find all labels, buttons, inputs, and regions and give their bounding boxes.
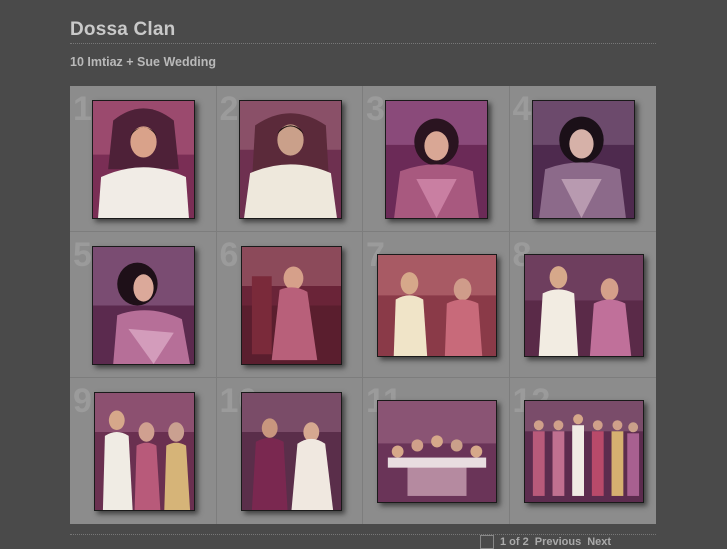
thumbnail-image[interactable] [92,100,195,219]
thumbnail-image[interactable] [240,246,342,365]
thumbnail-cell[interactable]: 2 [216,86,363,232]
thumbnail-image[interactable] [523,254,644,357]
thumbnail-cell[interactable]: 7 [363,232,510,378]
thumbnail-image[interactable] [385,100,488,219]
thumbnail-cell[interactable]: 6 [216,232,363,378]
thumbnail-number: 1 [73,90,92,128]
thumbnail-cell[interactable]: 11 [363,378,510,524]
thumbnail-cell[interactable]: 4 [509,86,656,232]
thumbnail-image[interactable] [94,392,195,511]
thumbnail-number: 2 [219,90,239,128]
thumbnail-cell[interactable]: 3 [363,86,510,232]
thumbnail-cell[interactable]: 8 [509,232,656,378]
thumbnail-number: 5 [73,236,92,274]
thumbnail-image[interactable] [523,400,644,503]
thumbnail-image[interactable] [377,400,497,503]
next-link[interactable]: Next [587,536,611,548]
thumbnail-cell[interactable]: 9 [70,378,217,524]
thumbnail-grid: 1 2 3 4 5 6 7 8 9 10 [70,86,656,524]
thumbnail-number: 4 [512,90,532,128]
pager: 1 of 2 Previous Next [480,535,611,549]
thumbnail-image[interactable] [240,392,342,511]
thumbnail-cell[interactable]: 5 [70,232,217,378]
thumbnail-number: 3 [366,90,385,128]
thumbnail-number: 9 [73,382,92,420]
pager-page-count: 1 of 2 [500,536,529,548]
thumbnail-image[interactable] [377,254,497,357]
thumbnail-cell[interactable]: 12 [510,378,657,524]
thumbnail-cell[interactable]: 1 [70,86,217,232]
footer-divider [70,534,656,535]
previous-link[interactable]: Previous [535,536,581,548]
thumbnail-image[interactable] [92,246,195,365]
thumbnail-cell[interactable]: 10 [217,378,363,524]
thumbnail-image[interactable] [238,100,342,219]
thumbnail-image[interactable] [531,100,635,219]
pager-box-icon[interactable] [480,535,494,549]
thumbnail-number: 6 [219,236,239,274]
gallery-title: 10 Imtiaz + Sue Wedding [70,55,216,69]
site-title[interactable]: Dossa Clan [70,19,175,41]
title-divider [70,43,656,44]
